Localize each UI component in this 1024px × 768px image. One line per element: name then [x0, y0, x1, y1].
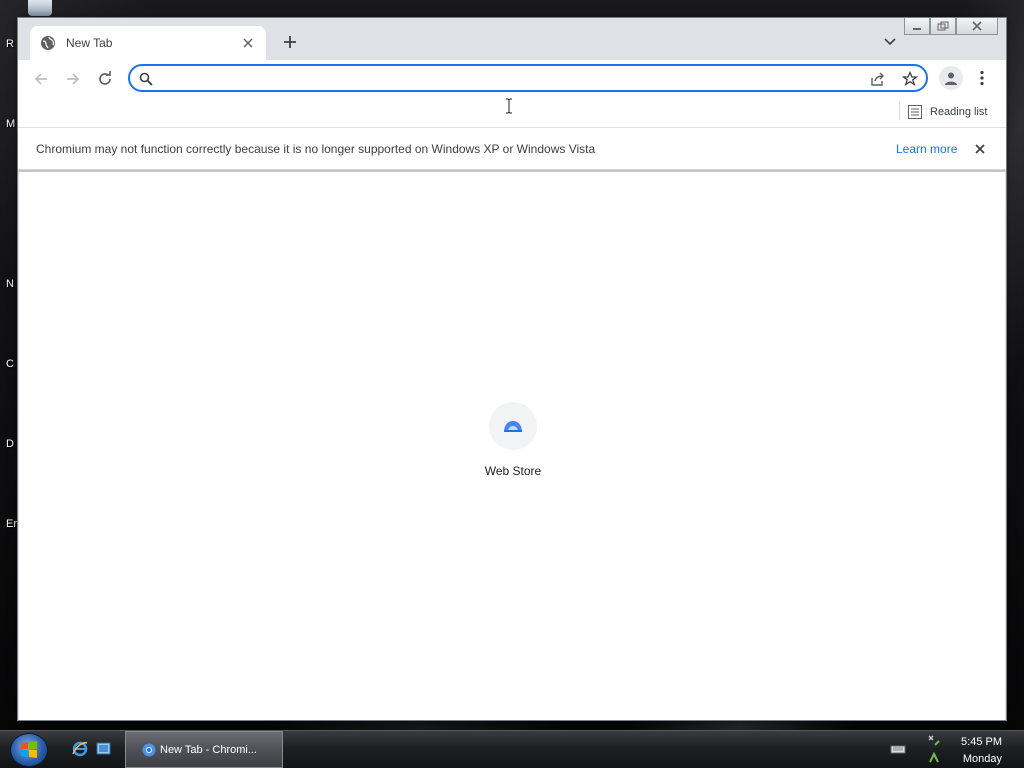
bookmarks-separator [899, 102, 900, 120]
taskbar-item-chromium[interactable]: New Tab - Chromi... [125, 731, 283, 768]
more-vertical-icon [980, 70, 984, 86]
reload-button[interactable] [92, 66, 118, 92]
infobar-message: Chromium may not function correctly beca… [36, 142, 596, 156]
shortcut-web-store[interactable]: Web Store [473, 402, 553, 478]
new-tab-page: Web Store [19, 172, 1005, 720]
close-icon [975, 144, 985, 154]
plus-icon [284, 36, 296, 48]
reading-list-label: Reading list [930, 106, 988, 118]
chromium-icon [142, 743, 156, 756]
search-icon [138, 71, 154, 87]
globe-icon [41, 36, 55, 50]
share-icon[interactable] [870, 71, 886, 87]
desktop-label: C [6, 358, 14, 370]
tab-search-button[interactable] [882, 34, 898, 50]
internet-explorer-icon[interactable] [71, 740, 89, 758]
reading-list-button[interactable]: Reading list [908, 102, 987, 122]
desktop-label: R [6, 38, 14, 50]
desktop-label: N [6, 278, 14, 290]
tab-strip: New Tab [18, 18, 1006, 62]
taskbar: New Tab - Chromi... 5:45 PM Monday [0, 730, 1024, 768]
infobar-close-button[interactable] [972, 141, 988, 157]
system-clock[interactable]: 5:45 PM Monday [961, 734, 1002, 768]
text-cursor-icon [506, 98, 512, 114]
new-tab-button[interactable] [280, 32, 300, 52]
avatar-icon [945, 72, 957, 85]
taskbar-item-label: New Tab - Chromi... [160, 743, 257, 756]
unsupported-os-infobar: Chromium may not function correctly beca… [18, 128, 1006, 170]
browser-window: New Tab Reading list Chromium may not fu… [17, 17, 1007, 721]
arrow-right-icon [67, 73, 80, 85]
clock-time: 5:45 PM [961, 736, 1002, 748]
toolbar [18, 60, 1006, 98]
forward-button[interactable] [60, 66, 86, 92]
desktop-label: M [6, 118, 16, 130]
power-status-icon[interactable] [926, 749, 942, 765]
tab-close-button[interactable] [240, 35, 256, 51]
arrow-left-icon [34, 73, 47, 85]
clock-day: Monday [962, 753, 1002, 765]
windows-logo-icon [21, 741, 37, 758]
tab-title: New Tab [66, 36, 113, 50]
tab-new-tab[interactable]: New Tab [30, 26, 266, 60]
desktop-label: Er [6, 518, 17, 530]
close-icon [243, 38, 253, 48]
learn-more-link[interactable]: Learn more [896, 142, 957, 156]
recycle-bin-icon[interactable] [28, 0, 52, 16]
web-store-icon [489, 402, 537, 450]
bookmark-star-icon[interactable] [902, 71, 918, 87]
network-icon[interactable] [926, 733, 942, 749]
back-button[interactable] [28, 66, 54, 92]
start-button[interactable] [10, 733, 48, 767]
keyboard-icon[interactable] [890, 741, 906, 757]
chevron-down-icon [884, 38, 896, 46]
show-desktop-icon[interactable] [95, 740, 113, 758]
reload-icon [99, 71, 111, 85]
profile-button[interactable] [939, 66, 963, 90]
desktop-label: D [6, 438, 14, 450]
address-bar[interactable] [128, 64, 928, 92]
address-input[interactable] [158, 69, 858, 87]
shortcut-label: Web Store [484, 464, 542, 478]
reading-list-icon [908, 105, 922, 119]
browser-menu-button[interactable] [974, 66, 990, 90]
